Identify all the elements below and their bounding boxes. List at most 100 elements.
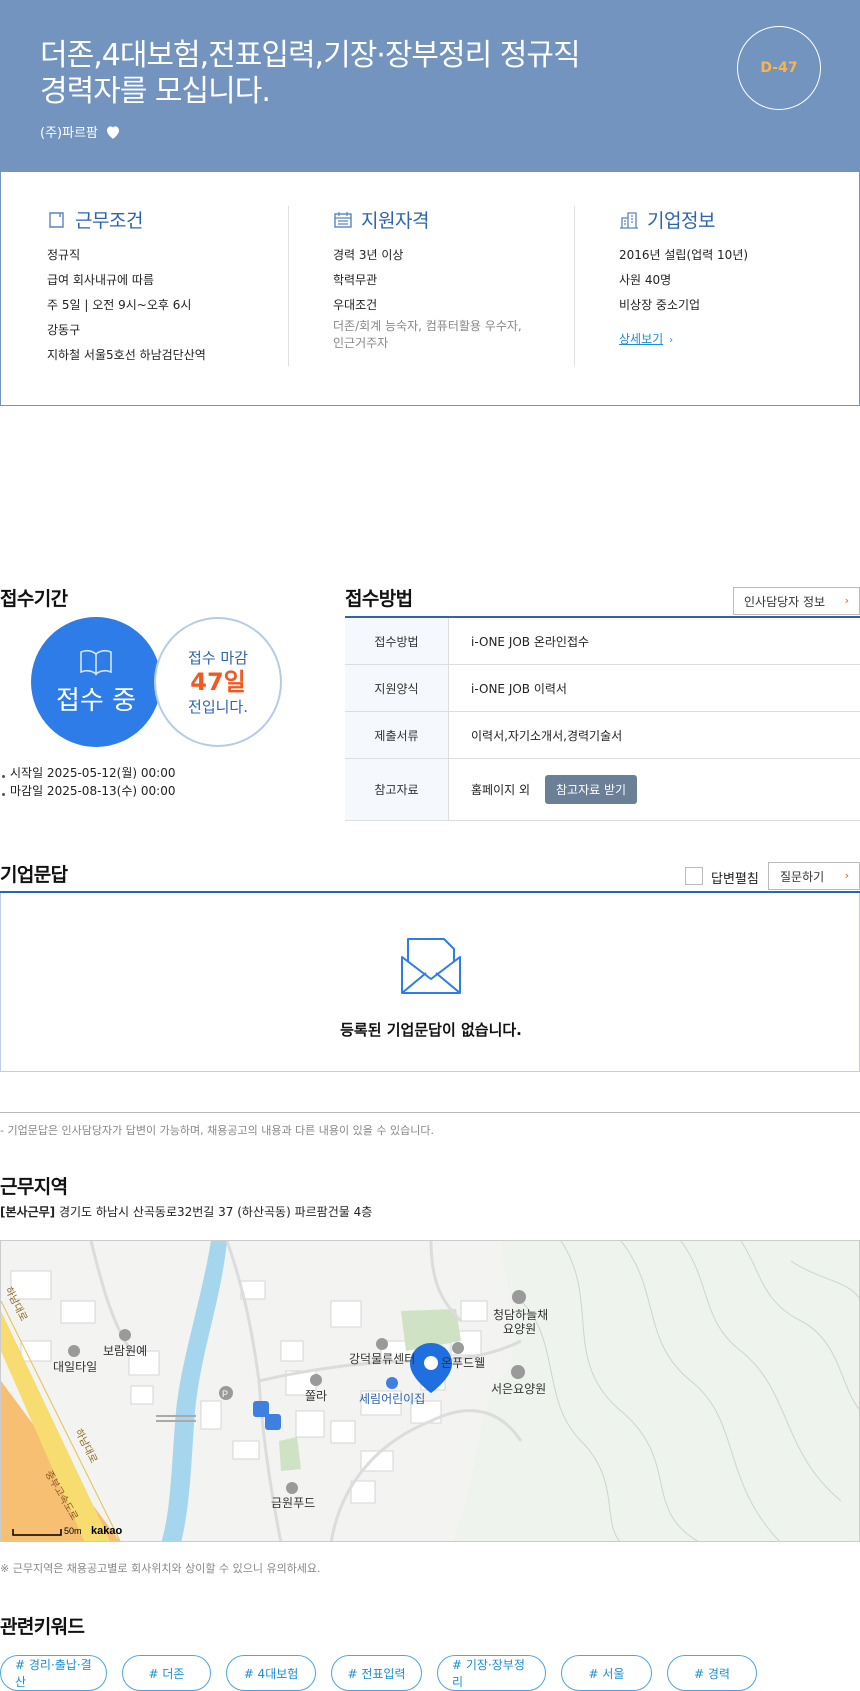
work-item: 주 5일 | 오전 9시~오후 6시 — [47, 298, 192, 312]
keyword-tag[interactable]: # 전표입력 — [331, 1655, 422, 1691]
qna-box: 등록된 기업문답이 없습니다. — [0, 893, 860, 1072]
expand-answers-checkbox[interactable] — [685, 867, 703, 885]
qual-item: 우대조건 — [333, 298, 378, 312]
chevron-right-icon: › — [844, 594, 849, 607]
map-label: 세림어린이집 — [359, 1392, 425, 1406]
map-label: 청담하늘채 — [493, 1308, 548, 1322]
keyword-tag[interactable]: # 더존 — [122, 1655, 211, 1691]
company-item: 비상장 중소기업 — [619, 298, 701, 312]
divider — [288, 206, 289, 366]
envelope-icon — [401, 938, 461, 994]
deadline-circle: 접수 마감 47일 전입니다. — [154, 617, 282, 747]
company-name-row: (주)파르팜 — [40, 122, 122, 141]
book-icon — [80, 649, 112, 676]
keyword-list: # 경리·출납·결산 # 더존 # 4대보험 # 전표입력 # 기장·장부정리 … — [0, 1655, 757, 1691]
status-label: 접수 중 — [55, 685, 137, 716]
keyword-tag[interactable]: # 서울 — [561, 1655, 652, 1691]
work-conditions-title: 근무조건 — [47, 206, 206, 233]
row-key: 지원양식 — [345, 665, 449, 711]
row-value: i-ONE JOB 이력서 — [471, 681, 567, 696]
apply-dates: 시작일 2025-05-12(월) 00:00 마감일 2025-08-13(수… — [1, 764, 176, 800]
map-label: 온푸드웰 — [441, 1356, 485, 1370]
bus-stop-icon — [265, 1414, 281, 1430]
status-circle: 접수 중 — [31, 617, 161, 747]
work-item: 지하철 서울5호선 하남검단산역 — [47, 348, 206, 362]
company-detail-link[interactable]: 상세보기 › — [619, 330, 673, 347]
chevron-right-icon: › — [669, 335, 674, 346]
calendar-icon — [334, 211, 352, 228]
download-reference-button[interactable]: 참고자료 받기 — [545, 775, 638, 804]
row-key: 참고자료 — [345, 759, 449, 820]
location-title: 근무지역 — [0, 1176, 68, 1198]
table-row: 지원양식 i-ONE JOB 이력서 — [345, 665, 860, 712]
apply-method-table: 접수방법 i-ONE JOB 온라인접수 지원양식 i-ONE JOB 이력서 … — [345, 616, 860, 821]
map-label: 서은요양원 — [491, 1382, 546, 1396]
parking-icon: P — [222, 1389, 228, 1399]
row-key: 제출서류 — [345, 712, 449, 758]
map-label: 대일타일 — [53, 1360, 97, 1374]
expand-answers-label[interactable]: 답변펼침 — [711, 868, 759, 887]
work-conditions: 근무조건 정규직 급여 회사내규에 따름 주 5일 | 오전 9시~오후 6시 … — [47, 206, 206, 368]
keyword-tag[interactable]: # 4대보험 — [226, 1655, 316, 1691]
table-row: 접수방법 i-ONE JOB 온라인접수 — [345, 618, 860, 665]
deadline-label: 접수 마감 — [188, 649, 248, 667]
dday-badge: D-47 — [737, 26, 821, 110]
keyword-tag[interactable]: # 경리·출납·결산 — [0, 1655, 107, 1691]
location-note: ※ 근무지역은 채용공고별로 회사위치와 상이할 수 있으니 유의하세요. — [0, 1562, 321, 1575]
ask-question-button[interactable]: 질문하기 › — [768, 862, 860, 890]
location-map[interactable]: P 대일타일 보람원예 강덕물류센터 온푸드웰 청담하늘채 요양원 서은요양원 … — [0, 1240, 860, 1542]
qna-title: 기업문답 — [0, 864, 68, 886]
pref-conditions: 인근거주자 — [333, 336, 389, 350]
deadline-suffix: 전입니다. — [188, 698, 248, 716]
job-title: 더존,4대보험,전표입력,기장·장부정리 정규직 경력자를 모십니다. — [40, 38, 640, 110]
divider — [0, 1112, 860, 1113]
hr-info-button[interactable]: 인사담당자 정보 › — [733, 587, 860, 615]
qna-note: - 기업문답은 인사담당자가 답변이 가능하며, 채용공고의 내용과 다른 내용… — [0, 1124, 434, 1137]
apply-period-title: 접수기간 — [0, 588, 68, 610]
chevron-right-icon: › — [844, 869, 849, 882]
work-item: 정규직 — [47, 248, 81, 262]
qualifications-title: 지원자격 — [333, 206, 522, 233]
keywords-title: 관련키워드 — [0, 1616, 85, 1638]
keyword-tag[interactable]: # 기장·장부정리 — [437, 1655, 546, 1691]
map-label: 금원푸드 — [271, 1496, 315, 1510]
map-label: 요양원 — [503, 1322, 536, 1336]
map-label: 쫄라 — [305, 1389, 327, 1403]
qual-item: 학력무관 — [333, 273, 378, 287]
map-logo: kakao — [91, 1525, 122, 1537]
table-row: 참고자료 홈페이지 외 참고자료 받기 — [345, 759, 860, 821]
row-key: 접수방법 — [345, 618, 449, 664]
company-info: 기업정보 2016년 설립(업력 10년) 사원 40명 비상장 중소기업 상세… — [619, 206, 748, 347]
company-item: 2016년 설립(업력 10년) — [619, 248, 749, 262]
qna-empty-message: 등록된 기업문답이 없습니다. — [340, 1021, 522, 1039]
start-date: 시작일 2025-05-12(월) 00:00 — [1, 766, 176, 780]
qual-item: 경력 3년 이상 — [333, 248, 404, 262]
row-value: i-ONE JOB 온라인접수 — [471, 634, 590, 649]
qualifications: 지원자격 경력 3년 이상 학력무관 우대조건 더존/회계 능숙자, 컴퓨터활용… — [333, 206, 522, 352]
work-address: [본사근무] 경기도 하남시 산곡동로32번길 37 (하산곡동) 파르팜건물 … — [0, 1205, 373, 1219]
company-name[interactable]: (주)파르팜 — [40, 122, 98, 141]
pref-conditions: 더존/회계 능숙자, 컴퓨터활용 우수자, — [333, 319, 522, 333]
work-item: 급여 회사내규에 따름 — [47, 273, 154, 287]
company-info-title: 기업정보 — [619, 206, 748, 233]
table-row: 제출서류 이력서,자기소개서,경력기술서 — [345, 712, 860, 759]
keyword-tag[interactable]: # 경력 — [667, 1655, 757, 1691]
company-item: 사원 40명 — [619, 273, 672, 287]
folder-icon — [49, 211, 64, 228]
end-date: 마감일 2025-08-13(수) 00:00 — [1, 784, 176, 798]
heart-icon[interactable] — [104, 123, 122, 141]
apply-method-title: 접수방법 — [345, 588, 413, 610]
map-label: 보람원예 — [103, 1344, 147, 1358]
job-header: 더존,4대보험,전표입력,기장·장부정리 정규직 경력자를 모십니다. (주)파… — [0, 0, 860, 172]
deadline-days: 47일 — [190, 668, 246, 696]
building-icon — [620, 211, 638, 229]
job-title-line1: 더존,4대보험,전표입력,기장·장부정리 정규직 — [40, 38, 581, 73]
divider — [574, 206, 575, 366]
row-value: 홈페이지 외 참고자료 받기 — [449, 759, 860, 820]
road-label: 하남대로 — [72, 1426, 100, 1465]
job-summary: 근무조건 정규직 급여 회사내규에 따름 주 5일 | 오전 9시~오후 6시 … — [0, 172, 860, 406]
work-item: 강동구 — [47, 323, 81, 337]
row-value: 이력서,자기소개서,경력기술서 — [471, 728, 623, 743]
map-label: 강덕물류센터 — [349, 1352, 415, 1366]
job-title-line2: 경력자를 모십니다. — [40, 74, 271, 109]
